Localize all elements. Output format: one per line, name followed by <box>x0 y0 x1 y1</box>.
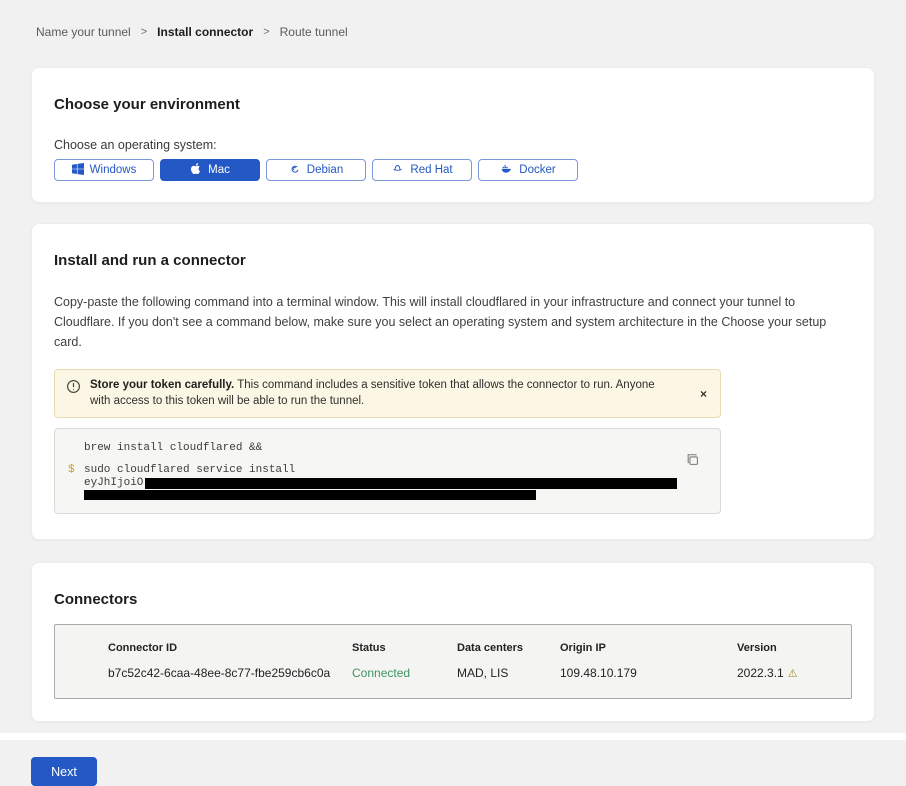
connectors-card-title: Connectors <box>54 563 852 608</box>
alert-circle-icon <box>66 378 81 409</box>
shell-prompt: $ <box>68 464 84 477</box>
os-button-label: Debian <box>307 164 343 176</box>
install-description: Copy-paste the following command into a … <box>54 292 850 352</box>
os-button-windows[interactable]: Windows <box>54 159 154 181</box>
connector-id-cell: b7c52c42-6caa-48ee-8c77-fbe259cb6c0a <box>108 666 352 680</box>
table-header-row: Connector ID Status Data centers Origin … <box>108 642 851 654</box>
bottom-strip <box>0 733 906 740</box>
os-button-label: Mac <box>208 164 230 176</box>
breadcrumb: Name your tunnel > Install connector > R… <box>0 0 906 39</box>
code-line-2: $ sudo cloudflared service install <box>68 464 706 477</box>
docker-icon <box>500 162 513 178</box>
version-cell: 2022.3.1 ⚠ <box>737 666 851 680</box>
install-card-title: Install and run a connector <box>54 224 852 269</box>
column-header-status: Status <box>352 642 457 654</box>
os-button-mac[interactable]: Mac <box>160 159 260 181</box>
os-button-debian[interactable]: Debian <box>266 159 366 181</box>
token-prefix: eyJhIjoiO <box>84 477 143 490</box>
close-icon[interactable]: × <box>700 388 707 400</box>
code-line-token: eyJhIjoiO <box>68 477 706 490</box>
os-button-group: Windows Mac Debian Red Hat <box>54 159 852 202</box>
debian-icon <box>289 163 301 178</box>
copy-icon[interactable] <box>686 453 700 470</box>
os-button-label: Docker <box>519 164 555 176</box>
prompt-spacer <box>68 477 84 490</box>
connectors-table: Connector ID Status Data centers Origin … <box>54 624 852 699</box>
environment-card: Choose your environment Choose an operat… <box>31 67 875 203</box>
warning-text: Store your token carefully. This command… <box>90 378 708 409</box>
version-value: 2022.3.1 <box>737 666 784 680</box>
warning-triangle-icon: ⚠ <box>788 668 798 680</box>
column-header-data-centers: Data centers <box>457 642 560 654</box>
column-header-version: Version <box>737 642 851 654</box>
next-button[interactable]: Next <box>31 757 97 786</box>
status-badge: Connected <box>352 666 457 680</box>
page: Name your tunnel > Install connector > R… <box>0 0 906 786</box>
breadcrumb-separator: > <box>141 26 147 38</box>
redacted-token-bar <box>84 490 536 500</box>
redacted-token-bar <box>145 478 677 489</box>
connectors-card: Connectors Connector ID Status Data cent… <box>31 562 875 722</box>
code-line-1: brew install cloudflared && <box>68 442 706 455</box>
windows-icon <box>72 163 84 178</box>
breadcrumb-separator: > <box>263 26 269 38</box>
install-connector-card: Install and run a connector Copy-paste t… <box>31 223 875 540</box>
prompt-spacer <box>68 442 84 455</box>
redhat-icon <box>391 162 404 178</box>
os-button-label: Windows <box>90 164 137 176</box>
warning-title: Store your token carefully. <box>90 379 234 391</box>
os-select-label: Choose an operating system: <box>54 138 852 152</box>
code-text: brew install cloudflared && <box>84 442 262 455</box>
data-centers-cell: MAD, LIS <box>457 666 560 680</box>
environment-card-title: Choose your environment <box>54 68 852 113</box>
install-command-block: brew install cloudflared && $ sudo cloud… <box>54 428 721 514</box>
column-header-origin-ip: Origin IP <box>560 642 737 654</box>
token-warning-banner: Store your token carefully. This command… <box>54 369 721 418</box>
table-row: b7c52c42-6caa-48ee-8c77-fbe259cb6c0a Con… <box>108 666 851 680</box>
apple-icon <box>190 162 202 178</box>
breadcrumb-step-route-tunnel[interactable]: Route tunnel <box>280 25 348 39</box>
os-button-label: Red Hat <box>410 164 452 176</box>
breadcrumb-step-install-connector[interactable]: Install connector <box>157 25 253 39</box>
os-button-redhat[interactable]: Red Hat <box>372 159 472 181</box>
origin-ip-cell: 109.48.10.179 <box>560 666 737 680</box>
os-button-docker[interactable]: Docker <box>478 159 578 181</box>
breadcrumb-step-name-your-tunnel[interactable]: Name your tunnel <box>36 25 131 39</box>
column-header-connector-id: Connector ID <box>108 642 352 654</box>
code-text: sudo cloudflared service install <box>84 464 295 477</box>
